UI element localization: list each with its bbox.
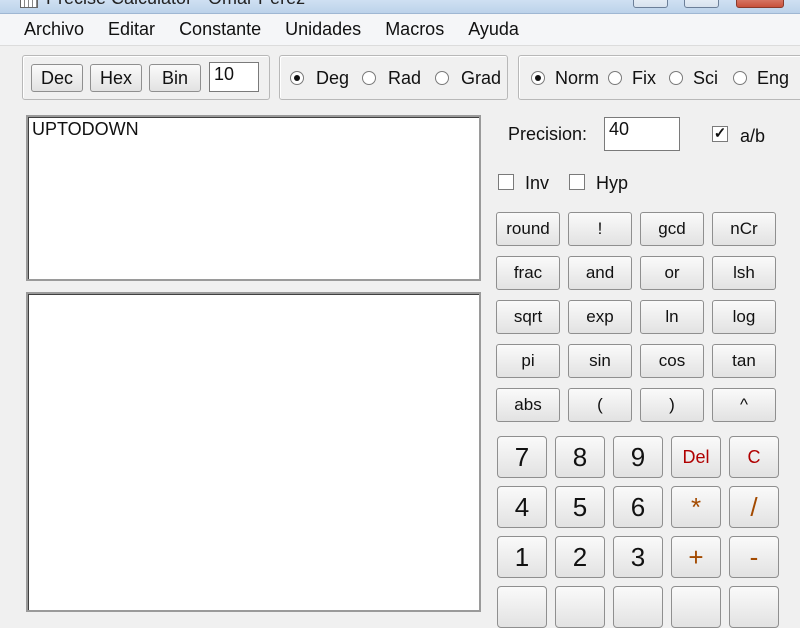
- radio-rad[interactable]: [362, 71, 376, 85]
- result-output[interactable]: [26, 292, 481, 612]
- format-group: Norm Fix Sci Eng: [518, 55, 800, 100]
- expression-text: UPTODOWN: [32, 119, 139, 139]
- norm-label: Norm: [555, 68, 599, 88]
- menu-archivo[interactable]: Archivo: [12, 19, 96, 40]
- digit-5-button[interactable]: 5: [555, 486, 605, 528]
- fraction-checkbox[interactable]: ✓: [712, 126, 728, 142]
- base-input[interactable]: 10: [209, 62, 259, 92]
- rad-label: Rad: [388, 68, 422, 88]
- maximize-button[interactable]: [684, 0, 719, 8]
- eng-label: Eng: [757, 68, 790, 88]
- radio-eng[interactable]: [733, 71, 747, 85]
- digit-8-button[interactable]: 8: [555, 436, 605, 478]
- sci-label: Sci: [693, 68, 719, 88]
- radio-norm[interactable]: [531, 71, 545, 85]
- menu-unidades[interactable]: Unidades: [273, 19, 373, 40]
- ncr-button[interactable]: nCr: [712, 212, 776, 246]
- deg-label: Deg: [316, 68, 350, 88]
- menu-editar[interactable]: Editar: [96, 19, 167, 40]
- and-button[interactable]: and: [568, 256, 632, 290]
- delete-button[interactable]: Del: [671, 436, 721, 478]
- radio-deg[interactable]: [290, 71, 304, 85]
- fix-label: Fix: [632, 68, 656, 88]
- round-button[interactable]: round: [496, 212, 560, 246]
- hyp-checkbox[interactable]: [569, 174, 585, 190]
- base-group: Dec Hex Bin 10: [22, 55, 270, 100]
- menu-bar: Archivo Editar Constante Unidades Macros…: [0, 14, 800, 46]
- digit-2-button[interactable]: 2: [555, 536, 605, 578]
- frac-button[interactable]: frac: [496, 256, 560, 290]
- digit-6-button[interactable]: 6: [613, 486, 663, 528]
- digit-4-button[interactable]: 4: [497, 486, 547, 528]
- plus-button[interactable]: +: [671, 536, 721, 578]
- angle-group: Deg Rad Grad: [279, 55, 508, 100]
- radio-fix[interactable]: [608, 71, 622, 85]
- title-bar: Precise Calculator - Omar Perez: [0, 0, 800, 14]
- digit-3-button[interactable]: 3: [613, 536, 663, 578]
- lsh-button[interactable]: lsh: [712, 256, 776, 290]
- sin-button[interactable]: sin: [568, 344, 632, 378]
- gcd-button[interactable]: gcd: [640, 212, 704, 246]
- menu-constante[interactable]: Constante: [167, 19, 273, 40]
- tan-button[interactable]: tan: [712, 344, 776, 378]
- dec-button[interactable]: Dec: [31, 64, 83, 92]
- fraction-label: a/b: [740, 126, 766, 146]
- menu-ayuda[interactable]: Ayuda: [456, 19, 531, 40]
- factorial-button[interactable]: !: [568, 212, 632, 246]
- hex-button[interactable]: Hex: [90, 64, 142, 92]
- close-button[interactable]: [736, 0, 784, 8]
- multiply-button[interactable]: *: [671, 486, 721, 528]
- keypad-row-4-key[interactable]: [671, 586, 721, 628]
- abs-button[interactable]: abs: [496, 388, 560, 422]
- radio-sci[interactable]: [669, 71, 683, 85]
- inv-checkbox[interactable]: [498, 174, 514, 190]
- log-button[interactable]: log: [712, 300, 776, 334]
- open-paren-button[interactable]: (: [568, 388, 632, 422]
- precision-input[interactable]: 40: [604, 117, 680, 151]
- radio-grad[interactable]: [435, 71, 449, 85]
- precision-label: Precision:: [508, 124, 588, 144]
- close-paren-button[interactable]: ): [640, 388, 704, 422]
- digit-7-button[interactable]: 7: [497, 436, 547, 478]
- digit-1-button[interactable]: 1: [497, 536, 547, 578]
- power-button[interactable]: ^: [712, 388, 776, 422]
- digit-9-button[interactable]: 9: [613, 436, 663, 478]
- clear-button[interactable]: C: [729, 436, 779, 478]
- expression-input[interactable]: UPTODOWN: [26, 115, 481, 281]
- window-title: Precise Calculator - Omar Perez: [46, 0, 305, 9]
- sqrt-button[interactable]: sqrt: [496, 300, 560, 334]
- pi-button[interactable]: pi: [496, 344, 560, 378]
- cos-button[interactable]: cos: [640, 344, 704, 378]
- calculator-icon: [20, 0, 38, 8]
- keypad-row-4-key[interactable]: [613, 586, 663, 628]
- bin-button[interactable]: Bin: [149, 64, 201, 92]
- grad-label: Grad: [461, 68, 502, 88]
- minimize-button[interactable]: [633, 0, 668, 8]
- hyp-label: Hyp: [596, 173, 629, 193]
- keypad-row-4-key[interactable]: [497, 586, 547, 628]
- exp-button[interactable]: exp: [568, 300, 632, 334]
- ln-button[interactable]: ln: [640, 300, 704, 334]
- inv-label: Inv: [525, 173, 550, 193]
- or-button[interactable]: or: [640, 256, 704, 290]
- keypad-row-4-key[interactable]: [555, 586, 605, 628]
- minus-button[interactable]: -: [729, 536, 779, 578]
- keypad-row-4-key[interactable]: [729, 586, 779, 628]
- menu-macros[interactable]: Macros: [373, 19, 456, 40]
- divide-button[interactable]: /: [729, 486, 779, 528]
